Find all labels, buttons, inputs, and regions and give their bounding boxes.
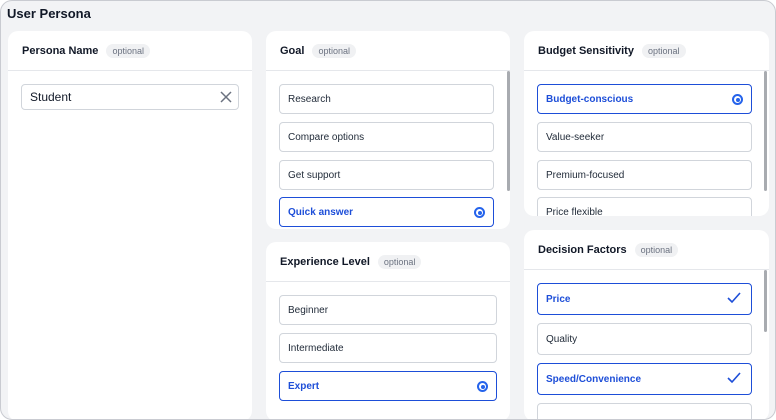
option-label: Beginner [288, 304, 329, 316]
optional-badge: optional [106, 43, 150, 58]
budget-option-value-seeker[interactable]: Value-seeker [537, 122, 752, 152]
budget-scrollbar[interactable] [764, 71, 767, 191]
decision-option-partial[interactable] [537, 403, 752, 419]
decision-title: Decision Factors [538, 243, 627, 256]
radio-selected-icon [474, 207, 485, 218]
goal-option-research[interactable]: Research [279, 84, 494, 114]
persona-name-card: Persona Name optional [8, 31, 252, 419]
persona-name-input[interactable] [21, 84, 239, 110]
option-label: Price flexible [546, 206, 603, 217]
option-label: Budget-conscious [546, 93, 634, 105]
goal-card: Goal optional Research Compare options G… [266, 31, 510, 229]
experience-card: Experience Level optional Beginner Inter… [266, 242, 510, 419]
goal-option-compare-options[interactable]: Compare options [279, 122, 494, 152]
option-label: Intermediate [288, 342, 344, 354]
budget-title: Budget Sensitivity [538, 44, 634, 57]
option-label: Price [546, 293, 571, 305]
radio-selected-icon [477, 381, 488, 392]
experience-option-intermediate[interactable]: Intermediate [279, 333, 497, 363]
option-label: Quick answer [288, 206, 354, 218]
optional-badge: optional [377, 254, 422, 269]
decision-scrollbar[interactable] [764, 270, 767, 332]
goal-option-quick-answer[interactable]: Quick answer [279, 197, 494, 227]
option-label: Get support [288, 169, 341, 181]
optional-badge: optional [641, 43, 686, 58]
budget-option-price-flexible[interactable]: Price flexible [537, 197, 752, 216]
budget-header: Budget Sensitivity optional [524, 31, 769, 71]
goal-option-get-support[interactable]: Get support [279, 160, 494, 190]
persona-name-header: Persona Name optional [8, 31, 252, 71]
checkmark-icon [727, 292, 741, 304]
budget-option-budget-conscious[interactable]: Budget-conscious [537, 84, 752, 114]
option-label: Premium-focused [546, 169, 625, 181]
decision-option-price[interactable]: Price [537, 283, 752, 315]
experience-header: Experience Level optional [266, 242, 510, 282]
page-title: User Persona [7, 6, 91, 21]
goal-title: Goal [280, 44, 305, 57]
goal-scrollbar[interactable] [507, 71, 510, 191]
decision-header: Decision Factors optional [524, 230, 769, 270]
option-label: Quality [546, 333, 578, 345]
goal-header: Goal optional [266, 31, 510, 71]
persona-name-title: Persona Name [22, 44, 99, 57]
decision-option-quality[interactable]: Quality [537, 323, 752, 355]
option-label: Speed/Convenience [546, 373, 642, 385]
budget-card: Budget Sensitivity optional Budget-consc… [524, 31, 769, 216]
experience-option-expert[interactable]: Expert [279, 371, 497, 401]
app-frame: User Persona Persona Name optional Goal … [0, 0, 776, 420]
optional-badge: optional [312, 43, 356, 58]
experience-option-beginner[interactable]: Beginner [279, 295, 497, 325]
option-label: Expert [288, 380, 320, 392]
checkmark-icon [727, 372, 741, 384]
option-label: Research [288, 93, 331, 105]
experience-title: Experience Level [280, 255, 370, 268]
option-label: Value-seeker [546, 131, 605, 143]
clear-icon[interactable] [219, 90, 233, 104]
decision-option-speed-convenience[interactable]: Speed/Convenience [537, 363, 752, 395]
decision-card: Decision Factors optional Price Quality … [524, 230, 769, 419]
radio-selected-icon [732, 94, 743, 105]
budget-option-premium-focused[interactable]: Premium-focused [537, 160, 752, 190]
optional-badge: optional [634, 242, 679, 257]
option-label: Compare options [288, 131, 365, 143]
